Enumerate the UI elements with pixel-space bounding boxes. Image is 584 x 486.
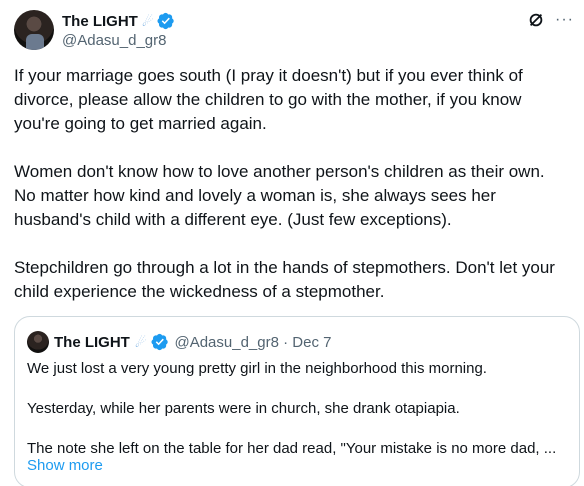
author-display-name[interactable]: The LIGHT [62,13,138,30]
quoted-author-avatar [27,331,49,353]
sparkle-icon: ☄ [134,334,147,350]
quoted-paragraph: The note she left on the table for her d… [27,440,557,457]
author-avatar[interactable] [14,10,54,50]
author-handle[interactable]: @Adasu_d_gr8 [62,32,166,49]
author-name-row: The LIGHT ☄ [62,11,175,31]
more-options-icon[interactable]: ··· [555,12,574,28]
post-paragraph: If your marriage goes south (I pray it d… [14,66,523,133]
show-more-link[interactable]: Show more [27,457,103,474]
post-paragraph: Stepchildren go through a lot in the han… [14,258,555,301]
verified-badge-icon [151,333,169,351]
post-paragraph: Women don't know how to love another per… [14,162,545,229]
quoted-post-header: The LIGHT ☄ @Adasu_d_gr8 · Dec 7 [27,331,331,353]
verified-badge-icon [157,12,175,30]
quoted-post[interactable]: The LIGHT ☄ @Adasu_d_gr8 · Dec 7 We just… [14,316,580,486]
sparkle-icon: ☄ [141,13,154,29]
quoted-paragraph: Yesterday, while her parents were in chu… [27,400,460,417]
quoted-paragraph: We just lost a very young pretty girl in… [27,360,487,377]
post-header: The LIGHT ☄ @Adasu_d_gr8 ··· [14,10,574,52]
slash-circle-icon[interactable] [527,11,545,29]
post-text: If your marriage goes south (I pray it d… [14,64,574,328]
quoted-author-display-name: The LIGHT [54,333,130,351]
quoted-handle-date: @Adasu_d_gr8 · Dec 7 [174,333,332,351]
quoted-post-text: We just lost a very young pretty girl in… [27,359,572,459]
header-actions: ··· [527,10,574,30]
